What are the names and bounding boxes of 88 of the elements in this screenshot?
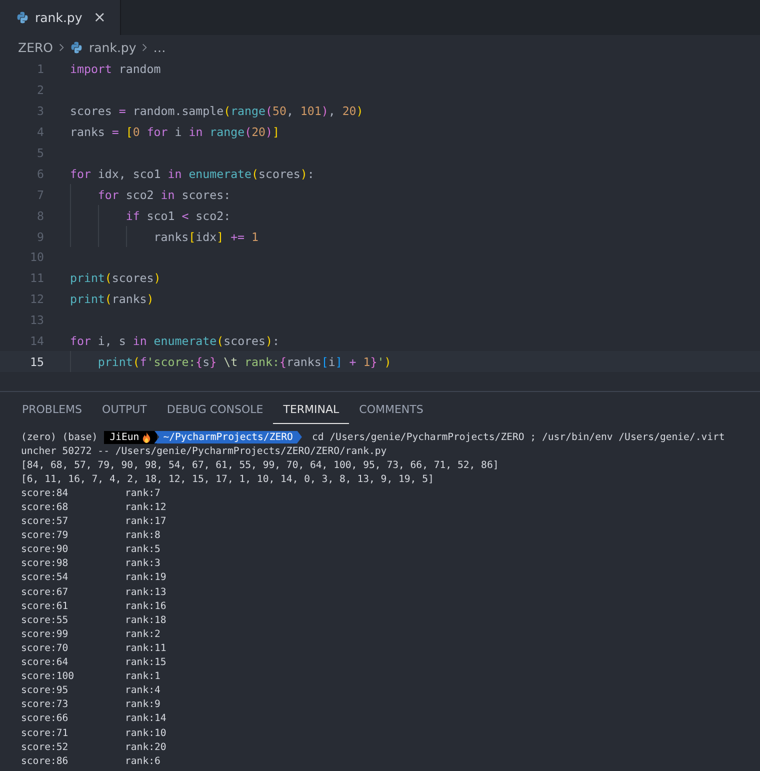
rank-output: rank:11 xyxy=(125,642,166,654)
rank-output: rank:20 xyxy=(125,742,166,753)
rank-output: rank:1 xyxy=(125,671,160,682)
panel-tab[interactable]: OUTPUT xyxy=(92,396,157,424)
code-line: for idx, sco1 in enumerate(scores): xyxy=(70,166,314,181)
panel-tab[interactable]: TERMINAL xyxy=(273,396,350,424)
code-line: ranks = [0 for i in range(20)] xyxy=(70,125,280,140)
score-output: score:70 xyxy=(21,642,70,654)
rank-output: rank:14 xyxy=(125,713,166,724)
panel-tab[interactable]: DEBUG CONSOLE xyxy=(156,396,274,424)
breadcrumb-file[interactable]: rank.py xyxy=(89,40,136,54)
rank-output: rank:16 xyxy=(125,600,166,612)
conda-env-label: (zero) (base) xyxy=(21,432,98,443)
panel-tab[interactable]: COMMENTS xyxy=(349,396,434,424)
score-output: score:57 xyxy=(21,516,70,528)
score-output: score:99 xyxy=(21,628,70,640)
rank-output: rank:19 xyxy=(125,572,166,584)
line-number: 11 xyxy=(29,271,44,286)
flame-icon xyxy=(142,432,152,443)
python-icon xyxy=(16,11,29,24)
breadcrumb-more[interactable]: … xyxy=(153,40,166,54)
score-output: score:84 xyxy=(21,488,70,499)
code-line: print(scores) xyxy=(70,271,161,286)
code-line: import random xyxy=(70,62,161,76)
rank-output: rank:6 xyxy=(125,756,160,767)
line-number: 15 xyxy=(29,354,44,369)
line-number: 12 xyxy=(29,292,44,306)
line-number: 3 xyxy=(36,104,44,118)
python-icon xyxy=(70,40,83,54)
code-line: scores = random.sample(range(50, 101), 20) xyxy=(70,104,364,118)
score-output: score:100 xyxy=(21,671,76,682)
rank-output: rank:12 xyxy=(125,502,166,514)
score-output: score:55 xyxy=(21,614,70,626)
terminal-output-line: [84, 68, 57, 79, 90, 98, 54, 67, 61, 55, 99, 70, 64, 100, 95, 73, 66, 71, 52, 86] xyxy=(21,460,499,471)
rank-output: rank:5 xyxy=(125,544,160,556)
close-icon[interactable]: × xyxy=(93,10,106,25)
score-output: score:52 xyxy=(21,742,70,753)
rank-output: rank:18 xyxy=(125,614,166,626)
code-line: if sco1 < sco2: xyxy=(124,208,231,223)
score-output: score:79 xyxy=(21,530,70,542)
rank-output: rank:15 xyxy=(125,657,166,668)
terminal-output-line: [6, 11, 16, 7, 4, 2, 18, 12, 15, 17, 1, 10, 14, 0, 3, 8, 13, 9, 19, 5] xyxy=(21,474,434,485)
rank-output: rank:2 xyxy=(125,628,160,640)
line-number: 7 xyxy=(36,188,44,202)
editor-tab[interactable]: rank.py × xyxy=(0,0,121,35)
line-number: 1 xyxy=(36,62,44,76)
score-output: score:64 xyxy=(21,657,70,668)
terminal-output-line: uncher 50272 -- /Users/genie/PycharmProjects/ZERO/ZERO/rank.py xyxy=(21,446,387,457)
score-output: score:66 xyxy=(21,713,70,724)
score-output: score:86 xyxy=(21,756,70,767)
breadcrumb-folder[interactable]: ZERO xyxy=(18,40,53,54)
terminal-command: cd /Users/genie/PycharmProjects/ZERO ; /usr/bin/env /Users/genie/.virt xyxy=(312,432,725,443)
rank-output: rank:3 xyxy=(125,558,160,570)
line-number: 2 xyxy=(36,83,44,98)
rank-output: rank:9 xyxy=(125,699,160,710)
line-number: 13 xyxy=(29,313,44,328)
line-number: 14 xyxy=(29,334,44,348)
score-output: score:73 xyxy=(21,699,70,710)
score-output: score:67 xyxy=(21,586,70,598)
rank-output: rank:8 xyxy=(125,530,160,542)
line-number: 5 xyxy=(36,146,44,160)
code-line: ranks[idx] += 1 xyxy=(152,230,259,244)
score-output: score:71 xyxy=(21,728,70,739)
rank-output: rank:7 xyxy=(125,488,160,499)
code-line: for i, s in enumerate(scores): xyxy=(70,334,280,348)
line-number: 10 xyxy=(29,250,44,264)
score-output: score:98 xyxy=(21,558,70,570)
code-line: print(f'score:{s} \t rank:{ranks[i] + 1}') xyxy=(96,354,392,369)
score-output: score:90 xyxy=(21,544,70,556)
rank-output: rank:10 xyxy=(125,728,166,739)
panel-tab[interactable]: PROBLEMS xyxy=(12,396,92,424)
code-line: for sco2 in scores: xyxy=(96,188,231,202)
score-output: score:95 xyxy=(21,685,70,696)
line-number: 8 xyxy=(36,208,44,223)
line-number: 6 xyxy=(36,166,44,181)
code-line: print(ranks) xyxy=(70,292,154,306)
prompt-user-segment: JiEun xyxy=(104,430,158,444)
score-output: score:61 xyxy=(21,600,70,612)
chevron-right-icon xyxy=(59,42,64,52)
chevron-right-icon xyxy=(142,42,148,52)
score-output: score:68 xyxy=(21,502,70,514)
line-number: 4 xyxy=(36,125,44,140)
prompt-path-segment: ~/PycharmProjects/ZERO xyxy=(154,430,302,444)
score-output: score:54 xyxy=(21,572,70,584)
rank-output: rank:4 xyxy=(125,685,160,696)
rank-output: rank:17 xyxy=(125,516,166,528)
rank-output: rank:13 xyxy=(125,586,166,598)
line-number: 9 xyxy=(36,230,44,244)
